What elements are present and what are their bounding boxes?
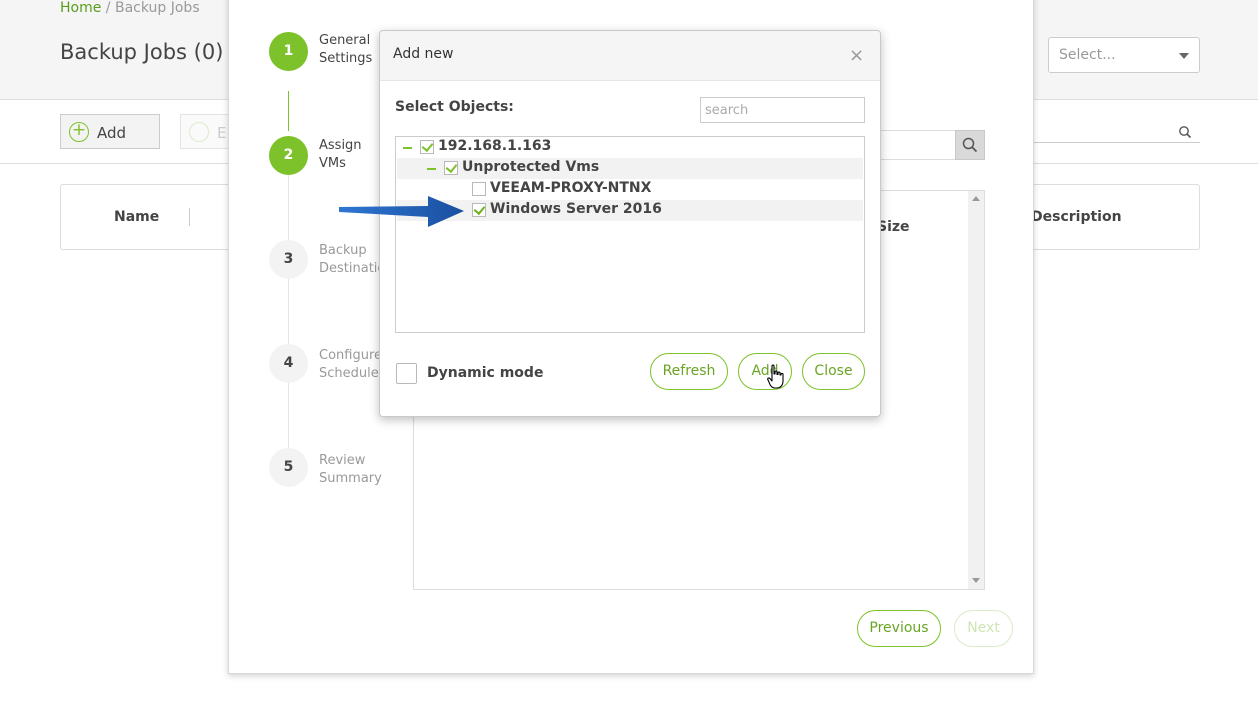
tree-item-label: Windows Server 2016 xyxy=(490,201,662,217)
step-connector xyxy=(288,383,289,451)
plus-circle-icon: + xyxy=(69,122,89,142)
object-tree: 192.168.1.163 Unprotected Vms VEEAM-PROX… xyxy=(395,136,865,333)
add-job-label: Add xyxy=(97,124,127,142)
tree-item-checkbox[interactable] xyxy=(472,182,486,196)
collapse-icon[interactable] xyxy=(403,147,412,149)
column-divider xyxy=(189,208,190,226)
tree-item-host[interactable]: 192.168.1.163 xyxy=(397,137,863,158)
scroll-down-icon[interactable] xyxy=(972,578,980,583)
add-job-button[interactable]: + Add xyxy=(60,114,160,149)
step-4-indicator[interactable]: 4 xyxy=(269,344,308,383)
step-1-indicator[interactable]: 1 xyxy=(269,32,308,71)
previous-button[interactable]: Previous xyxy=(857,610,941,647)
dynamic-mode-checkbox[interactable] xyxy=(396,363,417,384)
page-title: Backup Jobs (0) xyxy=(60,40,224,64)
next-button[interactable]: Next xyxy=(954,610,1013,647)
search-icon xyxy=(962,137,978,153)
tree-item-label: Unprotected Vms xyxy=(462,159,600,175)
step-connector xyxy=(288,279,289,347)
edit-circle-icon xyxy=(189,122,209,142)
modal-header: Add new × xyxy=(380,31,880,81)
scroll-up-icon[interactable] xyxy=(972,196,980,201)
step-5-indicator[interactable]: 5 xyxy=(269,448,308,487)
step-connector xyxy=(288,91,289,131)
breadcrumb: Home / Backup Jobs xyxy=(60,0,200,16)
step-5-label: Review Summary xyxy=(319,453,382,486)
edit-job-button[interactable]: E xyxy=(180,114,230,149)
hand-pointer-icon xyxy=(767,364,784,389)
object-search-input[interactable] xyxy=(700,97,865,123)
modal-close-button[interactable]: Close xyxy=(802,353,865,390)
step-connector xyxy=(288,175,289,243)
close-icon[interactable]: × xyxy=(849,45,864,66)
step-3-indicator[interactable]: 3 xyxy=(269,240,308,279)
step-2-indicator[interactable]: 2 xyxy=(269,136,308,175)
tree-item-checkbox[interactable] xyxy=(472,203,486,217)
column-header-size[interactable]: Size xyxy=(877,219,910,235)
search-icon[interactable] xyxy=(1178,125,1192,139)
vm-list-scrollbar[interactable] xyxy=(968,191,984,589)
vm-search-input[interactable] xyxy=(878,130,956,160)
column-header-description[interactable]: Description xyxy=(1031,209,1122,225)
tree-item-label: VEEAM-PROXY-NTNX xyxy=(490,180,652,196)
refresh-button[interactable]: Refresh xyxy=(650,353,728,390)
modal-title: Add new xyxy=(393,46,454,62)
breadcrumb-separator: / xyxy=(101,0,115,16)
tree-item-folder[interactable]: Unprotected Vms xyxy=(397,158,863,179)
chevron-down-icon xyxy=(1179,53,1189,59)
job-search-input[interactable] xyxy=(1034,142,1200,143)
top-select-value: Select... xyxy=(1059,47,1116,63)
tree-item-checkbox[interactable] xyxy=(420,140,434,154)
tree-item-label: 192.168.1.163 xyxy=(438,138,552,154)
top-select[interactable]: Select... xyxy=(1048,37,1200,73)
edit-job-label: E xyxy=(217,124,227,142)
column-header-name[interactable]: Name xyxy=(114,209,159,225)
tree-item-checkbox[interactable] xyxy=(444,161,458,175)
breadcrumb-home-link[interactable]: Home xyxy=(60,0,101,16)
breadcrumb-current: Backup Jobs xyxy=(114,0,200,16)
dynamic-mode-label: Dynamic mode xyxy=(427,365,544,381)
select-objects-label: Select Objects: xyxy=(395,99,514,115)
annotation-arrow-icon xyxy=(339,196,464,227)
collapse-icon[interactable] xyxy=(427,168,436,170)
